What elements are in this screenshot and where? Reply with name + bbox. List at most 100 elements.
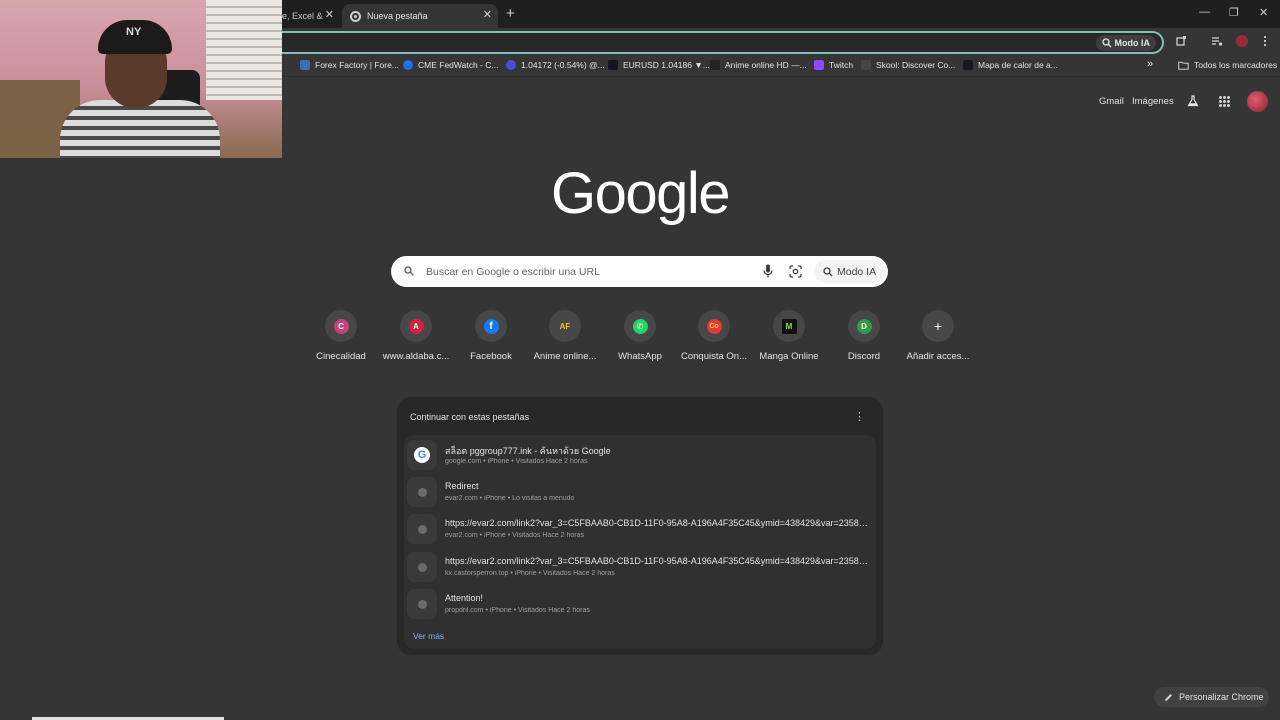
restore-button[interactable]: ❐ bbox=[1229, 6, 1239, 19]
tradingview-icon bbox=[963, 60, 973, 70]
customize-chrome-button[interactable]: Personalizar Chrome bbox=[1154, 687, 1269, 707]
shortcut-aldaba[interactable]: A www.aldaba.c... bbox=[379, 310, 453, 362]
list-item[interactable]: https://evar2.com/link2?var_3=C5FBAAB0-C… bbox=[404, 511, 876, 548]
bookmark-item[interactable]: CME FedWatch - C... bbox=[403, 60, 498, 70]
all-bookmarks-folder[interactable]: Todos los marcadores bbox=[1178, 60, 1277, 70]
bookmark-item[interactable]: EURUSD 1.04186 ▼... bbox=[608, 60, 710, 70]
tab-previous[interactable]: e, Excel & ✕ bbox=[282, 4, 338, 28]
all-bookmarks-label: Todos los marcadores bbox=[1194, 60, 1278, 70]
row-subtitle: kx.castorsperron.top • iPhone • Visitado… bbox=[445, 570, 615, 577]
bookmark-item[interactable]: Anime online HD —... bbox=[710, 60, 807, 70]
continue-tabs-card: Continuar con estas pestañas ⋮ G สล็อต p… bbox=[397, 397, 883, 655]
bookmark-item[interactable]: 1.04172 (-0.54%) @... bbox=[506, 60, 605, 70]
shortcut-conquista[interactable]: Co Conquista On... bbox=[677, 310, 751, 362]
google-logo: Google bbox=[550, 161, 731, 226]
close-tab-icon[interactable]: ✕ bbox=[483, 8, 492, 21]
bookmark-item[interactable]: Twitch bbox=[814, 60, 853, 70]
list-item[interactable]: Redirect evar2.com • iPhone • Lo visitas… bbox=[404, 474, 876, 511]
bookmark-item[interactable]: Skool: Discover Co... bbox=[861, 60, 955, 70]
address-bar[interactable]: Modo IA bbox=[282, 31, 1164, 54]
row-favicon bbox=[407, 514, 437, 544]
close-tab-icon[interactable]: ✕ bbox=[325, 8, 334, 21]
bookmark-label: Skool: Discover Co... bbox=[876, 60, 956, 70]
forex-factory-icon bbox=[300, 60, 310, 70]
search-box[interactable]: Buscar en Google o escribir una URL Modo… bbox=[391, 256, 888, 287]
twitch-icon bbox=[814, 60, 824, 70]
microphone-icon[interactable] bbox=[763, 264, 773, 278]
globe-icon bbox=[417, 524, 427, 534]
cinecalidad-icon: C bbox=[333, 318, 349, 334]
add-icon: + bbox=[933, 317, 943, 334]
shortcut-label: Añadir acces... bbox=[906, 351, 970, 362]
bookmark-label: Mapa de calor de a... bbox=[978, 60, 1058, 70]
bookmark-item[interactable]: Mapa de calor de a... bbox=[963, 60, 1058, 70]
list-item[interactable]: https://evar2.com/link2?var_3=C5FBAAB0-C… bbox=[404, 549, 876, 586]
close-window-button[interactable]: ✕ bbox=[1259, 6, 1268, 19]
shortcut-add[interactable]: + Añadir acces... bbox=[901, 310, 975, 362]
omnibox-modo-ia-button[interactable]: Modo IA bbox=[1095, 35, 1156, 51]
aldaba-icon: A bbox=[408, 318, 424, 334]
profile-avatar[interactable] bbox=[1236, 35, 1248, 47]
shortcut-label: Conquista On... bbox=[680, 351, 747, 362]
extensions-icon[interactable] bbox=[1175, 35, 1187, 47]
tab-list: G สล็อต pggroup777.ink - ค้นหาด้วย Googl… bbox=[404, 435, 876, 649]
shortcut-whatsapp[interactable]: ✆ WhatsApp bbox=[603, 310, 677, 362]
shortcut-anime-online[interactable]: AF Anime online... bbox=[528, 310, 602, 362]
search-modo-ia-button[interactable]: Modo IA bbox=[814, 260, 886, 283]
row-title: https://evar2.com/link2?var_3=C5FBAAB0-C… bbox=[445, 518, 870, 528]
card-menu-icon[interactable]: ⋮ bbox=[854, 410, 865, 423]
google-lens-icon[interactable] bbox=[789, 265, 802, 278]
bookmark-label: 1.04172 (-0.54%) @... bbox=[521, 60, 605, 70]
bookmark-label: EURUSD 1.04186 ▼... bbox=[623, 60, 710, 70]
shortcut-manga-online[interactable]: M Manga Online bbox=[752, 310, 826, 362]
search-input[interactable]: Buscar en Google o escribir una URL bbox=[426, 266, 600, 278]
chart-icon bbox=[506, 60, 516, 70]
media-controls-icon[interactable] bbox=[1211, 35, 1223, 47]
images-link[interactable]: Imágenes bbox=[1132, 96, 1174, 107]
search-sparkle-icon bbox=[1101, 38, 1111, 48]
shortcut-label: Discord bbox=[847, 351, 881, 362]
shortcut-cinecalidad[interactable]: C Cinecalidad bbox=[304, 310, 378, 362]
shortcut-facebook[interactable]: f Facebook bbox=[454, 310, 528, 362]
row-favicon bbox=[407, 589, 437, 619]
google-apps-icon[interactable] bbox=[1219, 96, 1230, 107]
tab-new-tab[interactable]: Nueva pestaña ✕ bbox=[342, 4, 498, 28]
shortcut-tile: f bbox=[475, 310, 507, 342]
customize-label: Personalizar Chrome bbox=[1179, 692, 1264, 702]
bookmark-label: CME FedWatch - C... bbox=[418, 60, 499, 70]
anime-flv-icon: AF bbox=[559, 321, 571, 331]
modo-ia-label: Modo IA bbox=[837, 265, 877, 278]
shortcut-label: Cinecalidad bbox=[316, 351, 366, 362]
new-tab-button[interactable]: + bbox=[506, 5, 515, 22]
list-item[interactable]: Attention! propdril.com • iPhone • Visit… bbox=[404, 586, 876, 623]
more-menu-icon[interactable] bbox=[1262, 35, 1268, 47]
see-more-link[interactable]: Ver más bbox=[413, 631, 444, 641]
bookmark-label: Anime online HD —... bbox=[725, 60, 807, 70]
bookmark-item[interactable]: Forex Factory | Fore... bbox=[300, 60, 399, 70]
shortcut-label: www.aldaba.c... bbox=[382, 351, 450, 362]
list-item[interactable]: G สล็อต pggroup777.ink - ค้นหาด้วย Googl… bbox=[404, 437, 876, 474]
shortcut-tile: D bbox=[848, 310, 880, 342]
shortcut-tile: + bbox=[922, 310, 954, 342]
pencil-icon bbox=[1165, 693, 1172, 701]
shortcut-discord[interactable]: D Discord bbox=[827, 310, 901, 362]
account-avatar[interactable] bbox=[1247, 91, 1268, 112]
labs-flask-icon[interactable] bbox=[1187, 95, 1199, 107]
folder-icon bbox=[1178, 61, 1189, 70]
striped-shirt bbox=[60, 100, 220, 158]
skool-icon bbox=[861, 60, 871, 70]
manga-online-icon: M bbox=[781, 318, 797, 334]
shortcut-tile: M bbox=[773, 310, 805, 342]
bookmark-label: Twitch bbox=[829, 60, 854, 70]
webcam-overlay: NY bbox=[0, 0, 282, 158]
gmail-link[interactable]: Gmail bbox=[1099, 96, 1124, 107]
row-title: https://evar2.com/link2?var_3=C5FBAAB0-C… bbox=[445, 556, 870, 566]
row-subtitle: propdril.com • iPhone • Visitados Hace 2… bbox=[445, 607, 590, 614]
minimize-button[interactable]: — bbox=[1199, 6, 1210, 18]
bookmarks-overflow-button[interactable]: » bbox=[1147, 58, 1153, 70]
globe-icon bbox=[417, 562, 427, 572]
row-favicon: G bbox=[407, 440, 437, 470]
row-subtitle: evar2.com • iPhone • Visitados Hace 2 ho… bbox=[445, 532, 585, 539]
globe-icon bbox=[403, 60, 413, 70]
search-sparkle-icon bbox=[823, 266, 833, 276]
